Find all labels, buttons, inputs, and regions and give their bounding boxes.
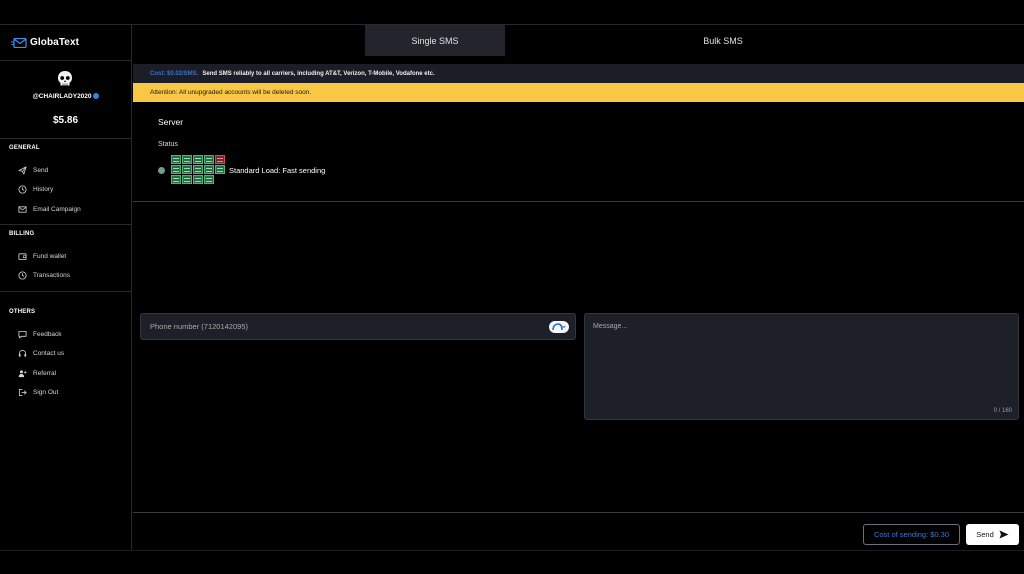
- chat-icon: [18, 330, 27, 339]
- wallet-balance: $5.86: [52, 115, 79, 126]
- sidebar-item-label: Fund wallet: [33, 253, 67, 260]
- clock-icon: [18, 271, 27, 280]
- user-plus-icon: [18, 370, 27, 378]
- sidebar-item-label: History: [33, 186, 54, 193]
- sidebar-divider: [0, 224, 131, 225]
- sidebar-item-referral[interactable]: Referral: [18, 369, 56, 378]
- tab-bulk-sms[interactable]: Bulk SMS: [653, 25, 793, 56]
- section-title-others: OTHERS: [9, 309, 36, 315]
- sidebar-item-label: Email Campaign: [33, 206, 81, 213]
- app-name: GlobaText: [30, 37, 80, 48]
- server-load-text: Standard Load: Fast sending: [229, 166, 326, 175]
- sidebar-item-label: Feedback: [33, 331, 62, 338]
- username-text: @CHAIRLADY2020: [32, 93, 92, 100]
- sidebar-item-history[interactable]: History: [18, 185, 53, 194]
- sidebar-divider: [0, 60, 131, 61]
- section-title-general: GENERAL: [9, 145, 40, 151]
- envelope-logo-icon: [11, 37, 27, 48]
- autofill-glyph-icon: [552, 323, 566, 331]
- sign-out-icon: [18, 388, 27, 397]
- sidebar-item-transactions[interactable]: Transactions: [18, 271, 70, 280]
- cost-info-banner: Cost: $0.02/SMS. Send SMS reliably to al…: [133, 64, 1024, 83]
- sidebar-item-label: Referral: [33, 370, 57, 377]
- sidebar-item-label: Contact us: [33, 350, 65, 357]
- message-field-wrapper: 0 / 160: [584, 313, 1019, 420]
- cost-per-sms: Cost: $0.02/SMS.: [150, 70, 199, 77]
- sidebar-item-feedback[interactable]: Feedback: [18, 330, 62, 339]
- sidebar-item-fund-wallet[interactable]: Fund wallet: [18, 252, 66, 261]
- autofill-extension-icon[interactable]: [549, 321, 569, 333]
- sidebar-item-label: Transactions: [33, 272, 70, 279]
- sidebar-item-email-campaign[interactable]: Email Campaign: [18, 205, 81, 214]
- sidebar-divider: [0, 138, 131, 139]
- sidebar-item-sign-out[interactable]: Sign Out: [18, 388, 58, 397]
- phone-number-field-wrapper: [140, 313, 576, 340]
- app-logo[interactable]: GlobaText: [11, 37, 79, 48]
- bottom-border: [0, 550, 1024, 551]
- sidebar-item-contact-us[interactable]: Contact us: [18, 349, 64, 358]
- send-button[interactable]: Send: [966, 524, 1019, 545]
- status-label: Status: [158, 141, 178, 148]
- section-title-billing: BILLING: [9, 231, 35, 237]
- character-counter: 0 / 160: [993, 408, 1012, 414]
- sidebar-divider: [0, 291, 131, 292]
- server-rack-icon: [171, 155, 225, 184]
- send-button-label: Send: [976, 530, 994, 539]
- sidebar: GlobaText @CHAIRLADY2020 $5.86 GENERAL S…: [0, 25, 132, 551]
- section-divider: [133, 201, 1024, 202]
- footer-divider: [133, 512, 1024, 513]
- warning-banner: Attention: All unupgraded accounts will …: [133, 83, 1024, 102]
- skull-avatar-icon: [58, 71, 72, 86]
- carrier-info-text: Send SMS reliably to all carriers, inclu…: [202, 70, 435, 77]
- mail-icon: [18, 206, 27, 213]
- headset-icon: [18, 350, 27, 357]
- sidebar-item-send[interactable]: Send: [18, 166, 48, 175]
- server-title: Server: [158, 117, 184, 127]
- sidebar-item-label: Sign Out: [33, 389, 59, 396]
- clock-icon: [18, 185, 27, 194]
- message-input[interactable]: [585, 314, 1018, 419]
- sending-cost-display: Cost of sending: $0.30: [863, 524, 960, 545]
- tab-single-sms[interactable]: Single SMS: [365, 25, 505, 56]
- username: @CHAIRLADY2020: [0, 93, 131, 100]
- phone-number-input[interactable]: [141, 314, 575, 339]
- verified-badge-icon: [92, 93, 99, 99]
- sidebar-item-label: Send: [33, 167, 49, 174]
- status-dot-icon: [158, 167, 165, 174]
- paper-plane-icon: [999, 530, 1009, 539]
- wallet-icon: [18, 253, 27, 261]
- sms-mode-tabs: Single SMS Bulk SMS: [133, 25, 1024, 56]
- send-icon: [18, 166, 27, 175]
